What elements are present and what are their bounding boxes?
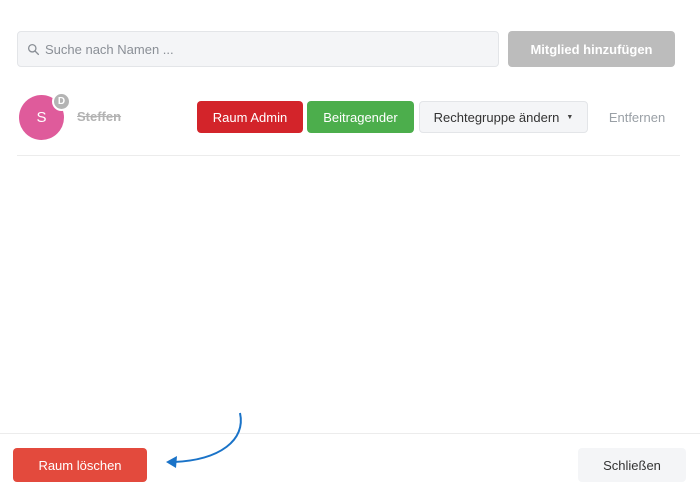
annotation-arrow-icon [166,412,242,468]
search-icon [27,43,40,55]
remove-member-button[interactable]: Entfernen [597,101,677,133]
contributor-button[interactable]: Beitragender [307,101,414,133]
role-badge: D [52,92,71,111]
member-name: Steffen [77,109,122,124]
change-role-dropdown[interactable]: Rechtegruppe ändern ▼ [419,101,588,133]
search-input[interactable] [45,41,485,57]
members-dialog: Mitglied hinzufügen S D Steffen Raum Adm… [0,0,700,494]
footer-divider [0,433,700,434]
close-button[interactable]: Schließen [578,448,686,482]
role-badge-letter: D [57,96,66,107]
caret-down-icon: ▼ [566,113,574,121]
delete-room-button[interactable]: Raum löschen [13,448,147,482]
search-box[interactable] [17,31,499,67]
room-admin-button[interactable]: Raum Admin [197,101,303,133]
member-row: S D Steffen Raum Admin Beitragender Rech… [17,92,680,156]
avatar-initial: S [36,109,47,126]
change-role-label: Rechtegruppe ändern [433,109,560,125]
add-member-button[interactable]: Mitglied hinzufügen [508,31,675,67]
